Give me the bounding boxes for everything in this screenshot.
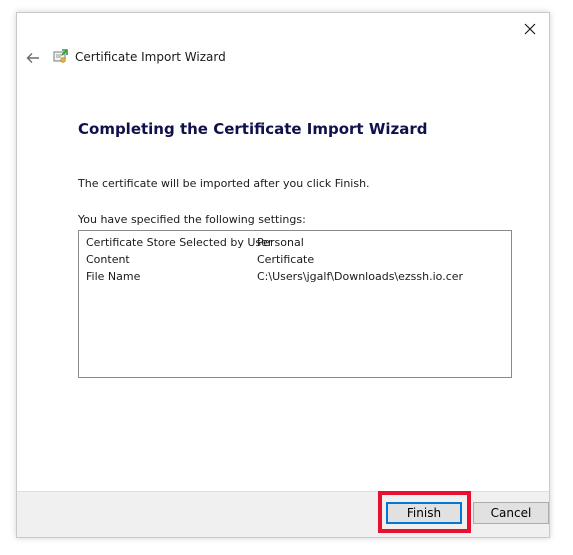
back-arrow-icon [26,53,39,63]
settings-list[interactable]: Certificate Store Selected by User Perso… [78,230,512,378]
certificate-icon [53,49,68,63]
close-icon [524,23,536,35]
back-button[interactable] [23,49,43,67]
finish-button[interactable]: Finish [386,502,462,524]
info-text: The certificate will be imported after y… [78,177,370,190]
setting-value: Certificate [257,253,315,266]
settings-label: You have specified the following setting… [78,213,306,226]
close-button[interactable] [517,17,543,41]
certificate-import-wizard-window: Certificate Import Wizard Completing the… [16,12,550,538]
setting-key: Certificate Store Selected by User [86,236,273,249]
setting-value: Personal [257,236,304,249]
footer-bar [17,491,549,537]
setting-key: Content [86,253,130,266]
setting-value: C:\Users\jgalf\Downloads\ezssh.io.cer [257,270,464,283]
page-heading: Completing the Certificate Import Wizard [78,120,428,138]
wizard-title: Certificate Import Wizard [75,50,226,64]
cancel-button[interactable]: Cancel [473,502,549,524]
setting-key: File Name [86,270,141,283]
